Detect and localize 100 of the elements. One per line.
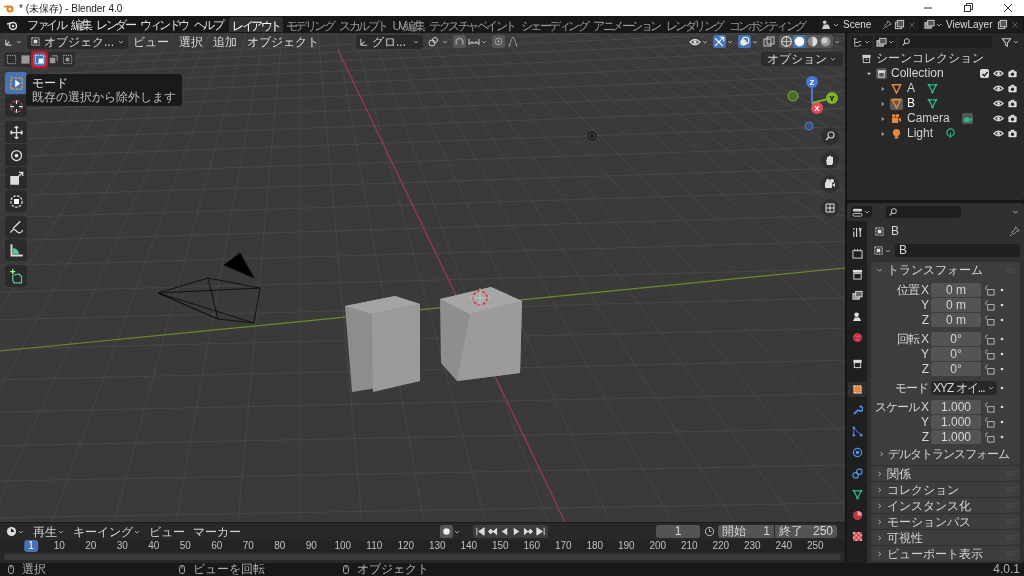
collapsed-panel-header[interactable]: コレクション <box>871 482 1020 497</box>
snap-icon[interactable] <box>453 35 466 48</box>
menu-item[interactable]: ファイル <box>24 15 68 34</box>
lock-icon[interactable] <box>984 284 995 296</box>
menu-item[interactable]: 選択 <box>174 33 208 51</box>
number-field[interactable]: 0 m <box>931 283 981 297</box>
camera-icon[interactable] <box>1007 113 1018 124</box>
falloff-icon[interactable] <box>507 35 519 48</box>
lock-icon[interactable] <box>984 401 995 413</box>
current-frame-field[interactable]: 1 <box>656 525 700 538</box>
properties-tab[interactable] <box>848 382 866 397</box>
collapsed-panel-header[interactable]: モーションパス <box>871 514 1020 529</box>
zoom-icon[interactable] <box>824 130 836 142</box>
workspace-tab[interactable]: モデリング <box>282 17 336 32</box>
start-frame-field[interactable]: 開始 1 <box>718 525 774 538</box>
camera-icon[interactable] <box>1007 128 1018 139</box>
collapsed-panel-header[interactable]: インスタンス化 <box>871 498 1020 513</box>
collapsed-panel-header[interactable]: 関係 <box>871 466 1020 481</box>
search-field[interactable] <box>899 36 992 48</box>
menu-item[interactable]: マーカー <box>189 522 245 541</box>
view-layer-selector[interactable]: ViewLayer <box>922 17 1022 32</box>
maximize-icon[interactable] <box>962 2 974 14</box>
transform-tool-button[interactable] <box>5 190 27 212</box>
lock-icon[interactable] <box>984 299 995 311</box>
object-type-button[interactable] <box>873 245 892 256</box>
invert-selection-button[interactable] <box>47 53 60 66</box>
object-type-badge[interactable] <box>890 97 903 110</box>
pivot-icon[interactable] <box>427 35 439 48</box>
exclude-checkbox[interactable] <box>980 69 989 78</box>
annotate-tool-button[interactable] <box>5 216 27 238</box>
wireframe-shading-icon[interactable] <box>780 35 793 48</box>
camera-icon[interactable] <box>1007 83 1018 94</box>
number-field[interactable]: 1.000 <box>931 430 981 444</box>
workspace-tab[interactable]: テクスチャペイント <box>426 17 518 32</box>
measure-tool-button[interactable] <box>5 239 27 261</box>
number-field[interactable]: 0° <box>931 332 981 346</box>
eye-icon[interactable] <box>993 128 1004 139</box>
camera-icon[interactable] <box>1007 68 1018 79</box>
lock-icon[interactable] <box>984 416 995 428</box>
menu-item[interactable]: ビュー <box>145 522 189 541</box>
editor-type-button[interactable] <box>851 206 872 218</box>
scene-selector[interactable]: Scene <box>819 17 919 32</box>
menu-item[interactable]: 追加 <box>208 33 242 51</box>
grid-icon[interactable] <box>824 202 836 214</box>
eye-icon[interactable] <box>993 113 1004 124</box>
mesh-data-icon[interactable] <box>927 83 938 94</box>
cursor-tool-button[interactable] <box>5 95 27 117</box>
editor-type-button[interactable] <box>6 526 25 537</box>
xray-icon[interactable] <box>763 35 775 48</box>
number-field[interactable]: 1.000 <box>931 400 981 414</box>
menu-item[interactable]: ヘルプ <box>190 15 225 34</box>
select-tool-button[interactable] <box>5 72 27 94</box>
stopwatch-icon[interactable] <box>704 526 715 537</box>
eye-icon[interactable] <box>993 68 1004 79</box>
camera-icon[interactable] <box>1007 98 1018 109</box>
workspace-tab[interactable]: スカルプト <box>336 17 390 32</box>
display-mode-button[interactable] <box>851 36 872 48</box>
menu-item[interactable]: 編集 <box>68 15 93 34</box>
object-type-badge[interactable] <box>890 112 903 125</box>
collection-label[interactable]: Collection <box>891 66 980 81</box>
overlays-toggle-icon[interactable] <box>738 35 751 48</box>
object-label[interactable]: B <box>907 96 915 111</box>
camera-view-icon[interactable] <box>824 178 836 190</box>
search-field[interactable] <box>886 206 961 218</box>
play-reverse-icon[interactable] <box>499 526 510 537</box>
frame-ruler[interactable]: 1 10 20 30 40 50 60 70 80 90 100 110 120 130 140 150 160 170 180 190 200 210 220 230 240 250 <box>0 540 845 552</box>
lock-icon[interactable] <box>984 348 995 360</box>
menu-item[interactable]: ウィンドウ <box>137 15 191 34</box>
filter-button[interactable] <box>1001 36 1020 48</box>
lock-icon[interactable] <box>984 431 995 443</box>
number-field[interactable]: 1.000 <box>931 415 981 429</box>
object-type-badge[interactable] <box>890 127 903 140</box>
play-icon[interactable] <box>511 526 522 537</box>
collapsed-panel-header[interactable]: 可視性 <box>871 530 1020 545</box>
lock-icon[interactable] <box>984 333 995 345</box>
menu-item[interactable]: オブジェクト <box>242 33 324 51</box>
view-layer-button[interactable] <box>875 36 896 48</box>
previous-keyframe-icon[interactable] <box>487 526 498 537</box>
lock-icon[interactable] <box>984 363 995 375</box>
menu-item[interactable]: キーイング <box>69 522 145 541</box>
workspace-tab[interactable]: レイアウト <box>229 17 283 32</box>
workspace-tab[interactable]: シェーディング <box>517 17 591 32</box>
eye-icon[interactable] <box>993 83 1004 94</box>
subpanel-header[interactable]: デルタトランスフォーム <box>877 446 1020 462</box>
orientation-dropdown[interactable]: グロ... <box>356 34 423 49</box>
number-field[interactable]: 0 m <box>931 313 981 327</box>
rotate-tool-button[interactable] <box>5 144 27 166</box>
jump-start-icon[interactable] <box>475 526 486 537</box>
object-label[interactable]: A <box>907 81 915 96</box>
object-type-badge[interactable] <box>890 82 903 95</box>
workspace-tab[interactable]: レンダリング <box>662 17 726 32</box>
next-keyframe-icon[interactable] <box>523 526 534 537</box>
eye-icon[interactable] <box>993 98 1004 109</box>
menu-item[interactable]: レンダー <box>93 15 137 34</box>
copy-icon[interactable] <box>997 19 1008 30</box>
record-icon[interactable] <box>440 525 453 538</box>
rendered-shading-icon[interactable] <box>819 35 832 48</box>
menu-item[interactable]: 再生 <box>29 522 69 541</box>
move-tool-button[interactable] <box>5 121 27 143</box>
gizmo-toggle-icon[interactable] <box>713 35 726 48</box>
